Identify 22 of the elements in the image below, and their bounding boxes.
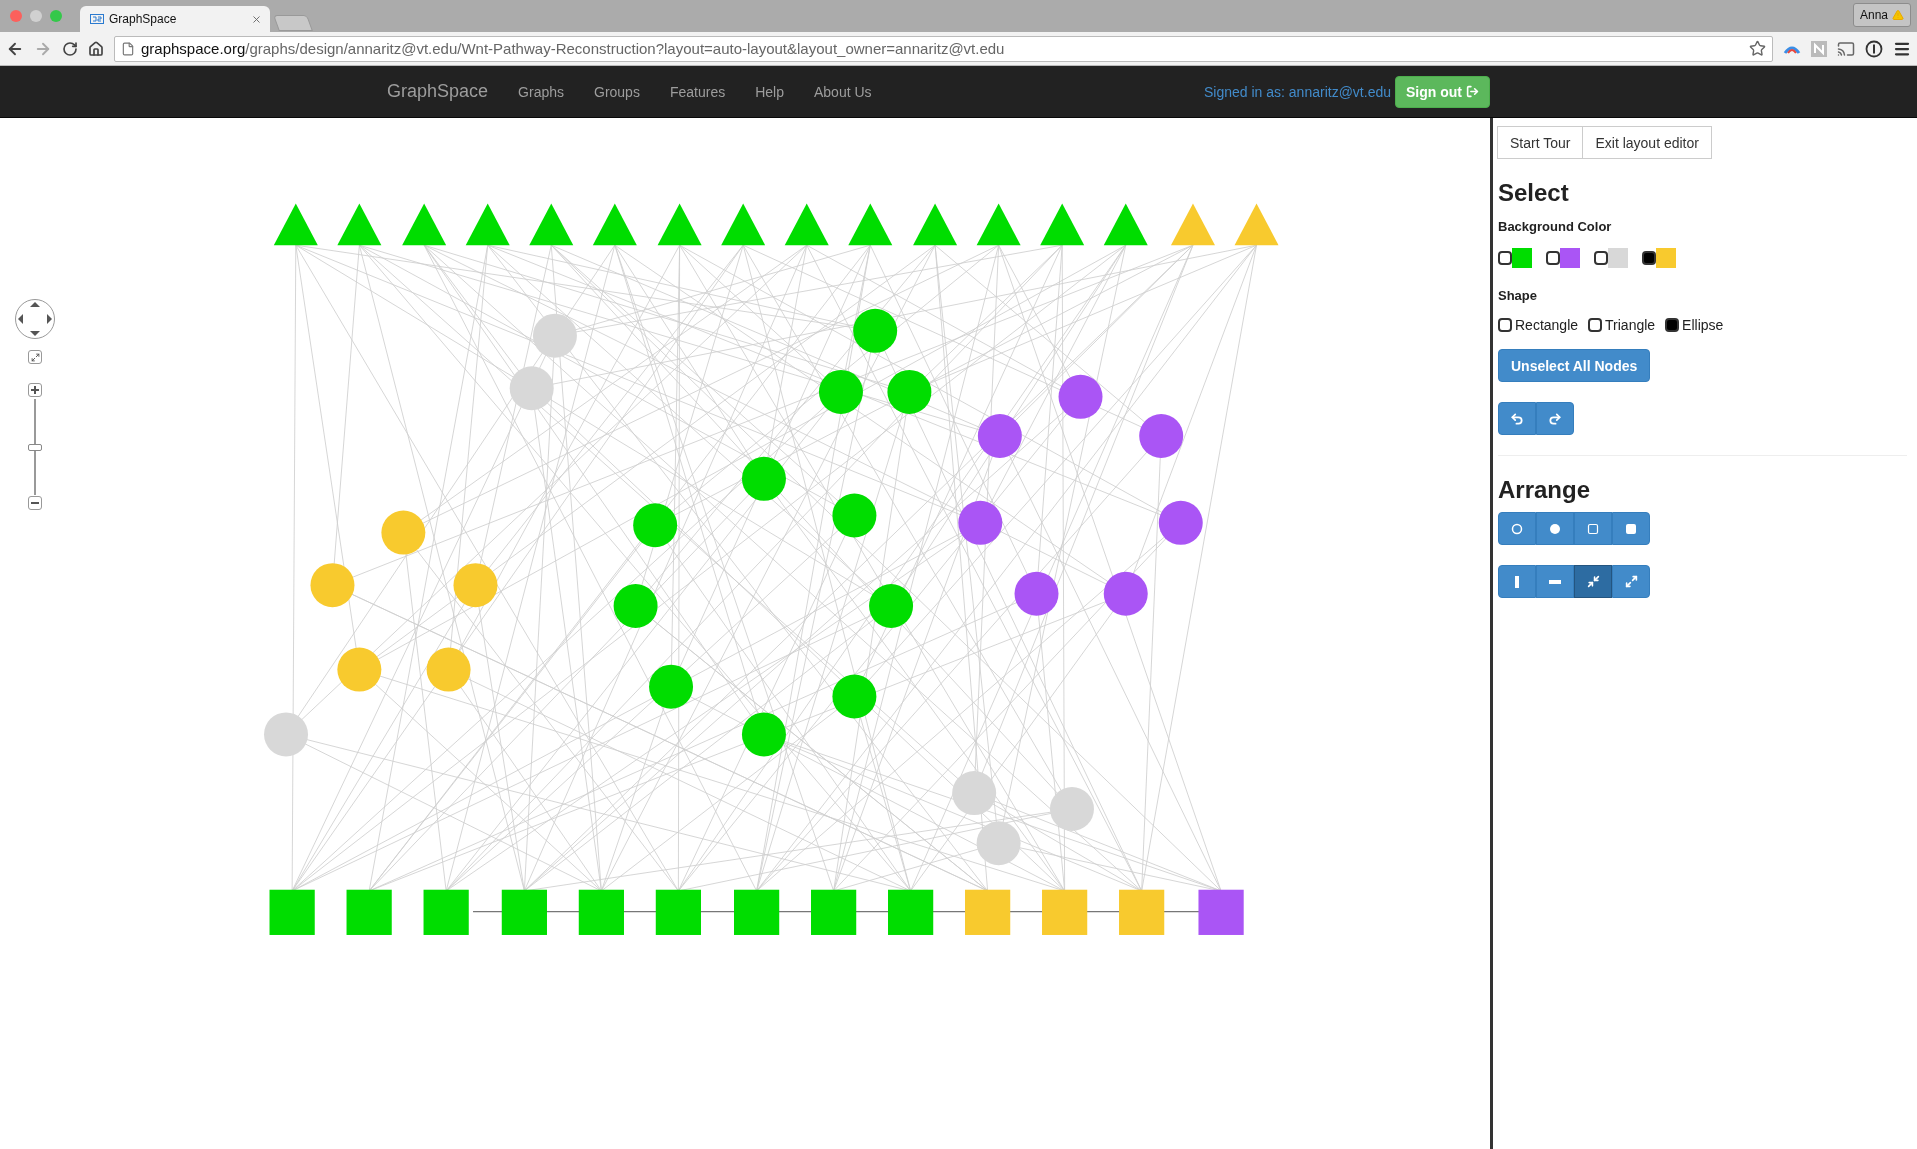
section-title: Arrange [1498,476,1591,504]
nav-link[interactable]: Graphs [518,83,564,100]
nav-link[interactable]: Features [669,83,726,100]
shape-option-label: Ellipse [1682,317,1724,333]
brand-link[interactable]: GraphSpace [387,81,489,102]
address-bar[interactable]: graphspace.org/graphs/design/annaritz@vt.edu/Wnt-Pathway-Reconstruction?layout=auto-layout&layout_owner=annaritz@vt.edu [114,35,1773,62]
section-title: Select [1498,179,1569,207]
nav-link[interactable]: Help [755,83,784,100]
nav-link[interactable]: Groups [594,83,640,100]
background-color-label: Background Color [1498,219,1612,234]
exit-layout-editor-button[interactable]: Exit layout editor [1582,126,1712,159]
tab-title: GraphSpace [109,12,178,26]
browser-tab[interactable]: GraphSpace [80,6,270,32]
start-tour-button[interactable]: Start Tour [1497,126,1584,159]
unselect-all-nodes-button[interactable]: Unselect All Nodes [1498,349,1651,382]
url-text: graphspace.org/graphs/design/annaritz@vt.edu/Wnt-Pathway-Reconstruction?layout=auto-layout&layout_owner=annaritz@vt.edu [141,40,1006,57]
shape-option-label: Rectangle [1515,317,1579,333]
shape-label: Shape [1498,288,1537,303]
signed-in-text: Signed in as: annaritz@vt.edu [1204,83,1391,100]
shape-option-label: Triangle [1605,317,1656,333]
nav-link[interactable]: About Us [813,83,872,100]
profile-button[interactable]: Anna [1852,3,1911,27]
